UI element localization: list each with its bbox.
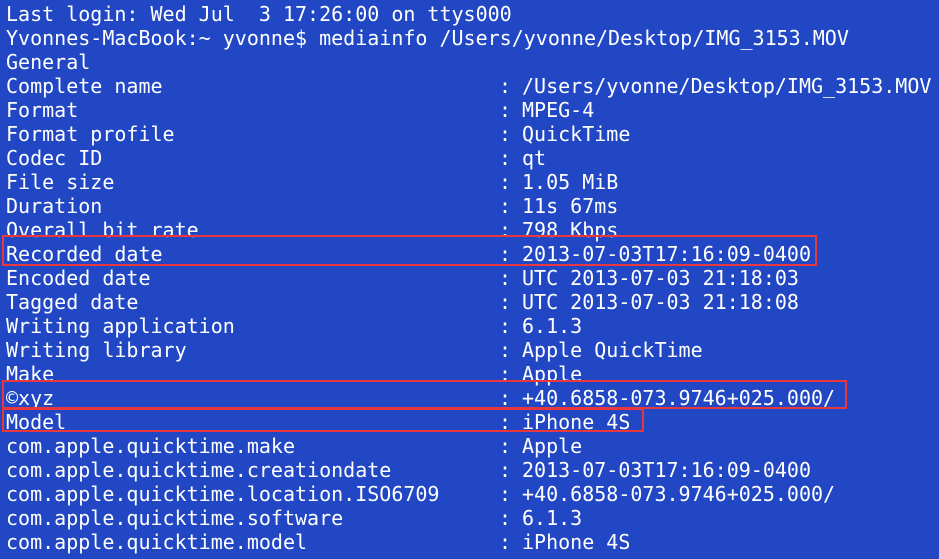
field-row: com.apple.quicktime.software:6.1.3 (6, 506, 939, 530)
field-row: Writing library: Apple QuickTime (6, 338, 939, 362)
field-value: UTC 2013-07-03 21:18:03 (522, 266, 799, 290)
field-value: 2013-07-03T17:16:09-0400 (522, 242, 811, 266)
field-row: Overall bit rate:798 Kbps (6, 218, 939, 242)
last-login-line: Last login: Wed Jul 3 17:26:00 on ttys00… (6, 2, 512, 26)
field-row: Format profile: QuickTime (6, 122, 939, 146)
field-separator: : (499, 122, 512, 146)
field-key: Recorded date (6, 242, 163, 266)
field-value: MPEG-4 (522, 98, 595, 122)
field-value: UTC 2013-07-03 21:18:08 (522, 290, 799, 314)
field-key: ©xyz (6, 386, 55, 410)
field-row: com.apple.quicktime.location.ISO6709: +40… (6, 482, 939, 506)
field-key: com.apple.quicktime.location.ISO6709 (6, 482, 440, 506)
field-row: File size:1.05 MiB (6, 170, 939, 194)
field-value: 6.1.3 (522, 314, 583, 338)
field-separator: : (499, 74, 512, 98)
command-prompt-line: Yvonnes-MacBook:~ yvonne$ mediainfo /Use… (6, 26, 849, 50)
field-separator: : (499, 290, 512, 314)
field-key: Format profile (6, 122, 175, 146)
field-key: Writing library (6, 338, 187, 362)
field-key: Make (6, 362, 55, 386)
field-row: Complete name: /Users/yvonne/Desktop/IMG_… (6, 74, 939, 98)
field-row: Writing application:6.1.3 (6, 314, 939, 338)
field-key: Writing application (6, 314, 235, 338)
field-value: Apple QuickTime (522, 338, 703, 362)
field-key: Overall bit rate (6, 218, 199, 242)
field-separator: : (499, 98, 512, 122)
field-value: 11s 67ms (522, 194, 619, 218)
field-row: com.apple.quicktime.make: Apple (6, 434, 939, 458)
field-row: ©xyz: +40.6858-073.9746+025.000/ (6, 386, 939, 410)
field-value: +40.6858-073.9746+025.000/ (522, 386, 836, 410)
field-key: com.apple.quicktime.model (6, 530, 308, 554)
field-key: Codec ID (6, 146, 103, 170)
field-row: com.apple.quicktime.model: iPhone 4S (6, 530, 939, 554)
field-value: QuickTime (522, 122, 631, 146)
field-separator: : (499, 218, 512, 242)
field-key: Model (6, 410, 67, 434)
field-separator: : (499, 314, 512, 338)
field-row: Make: Apple (6, 362, 939, 386)
section-header: General (6, 50, 91, 74)
field-value: 6.1.3 (522, 506, 583, 530)
field-value: 1.05 MiB (522, 170, 619, 194)
field-key: Tagged date (6, 290, 139, 314)
field-separator: : (499, 458, 512, 482)
field-value: iPhone 4S (522, 410, 631, 434)
field-separator: : (499, 434, 512, 458)
field-separator: : (499, 506, 512, 530)
field-separator: : (499, 194, 512, 218)
field-row: Encoded date: UTC 2013-07-03 21:18:03 (6, 266, 939, 290)
field-key: Duration (6, 194, 103, 218)
field-key: Encoded date (6, 266, 151, 290)
field-separator: : (499, 362, 512, 386)
field-key: com.apple.quicktime.make (6, 434, 295, 458)
field-row: Recorded date:2013-07-03T17:16:09-0400 (6, 242, 939, 266)
field-row: Tagged date: UTC 2013-07-03 21:18:08 (6, 290, 939, 314)
field-key: Complete name (6, 74, 163, 98)
field-separator: : (499, 530, 512, 554)
field-key: Format (6, 98, 79, 122)
field-value: 798 Kbps (522, 218, 619, 242)
field-separator: : (499, 410, 512, 434)
field-row: Format: MPEG-4 (6, 98, 939, 122)
field-value: /Users/yvonne/Desktop/IMG_3153.MOV (522, 74, 932, 98)
field-value: Apple (522, 434, 583, 458)
field-value: +40.6858-073.9746+025.000/ (522, 482, 836, 506)
field-separator: : (499, 266, 512, 290)
field-row: com.apple.quicktime.creationdate:2013-07… (6, 458, 939, 482)
field-value: qt (522, 146, 547, 170)
field-value: iPhone 4S (522, 530, 631, 554)
field-key: File size (6, 170, 115, 194)
field-row: Duration:11s 67ms (6, 194, 939, 218)
field-row: Codec ID: qt (6, 146, 939, 170)
field-key: com.apple.quicktime.software (6, 506, 344, 530)
field-separator: : (499, 146, 512, 170)
field-separator: : (499, 482, 512, 506)
field-separator: : (499, 170, 512, 194)
field-key: com.apple.quicktime.creationdate (6, 458, 392, 482)
field-separator: : (499, 242, 512, 266)
field-separator: : (499, 386, 512, 410)
terminal-window[interactable]: Last login: Wed Jul 3 17:26:00 on ttys00… (0, 0, 939, 559)
field-value: 2013-07-03T17:16:09-0400 (522, 458, 811, 482)
field-row: Model: iPhone 4S (6, 410, 939, 434)
field-separator: : (499, 338, 512, 362)
field-value: Apple (522, 362, 583, 386)
